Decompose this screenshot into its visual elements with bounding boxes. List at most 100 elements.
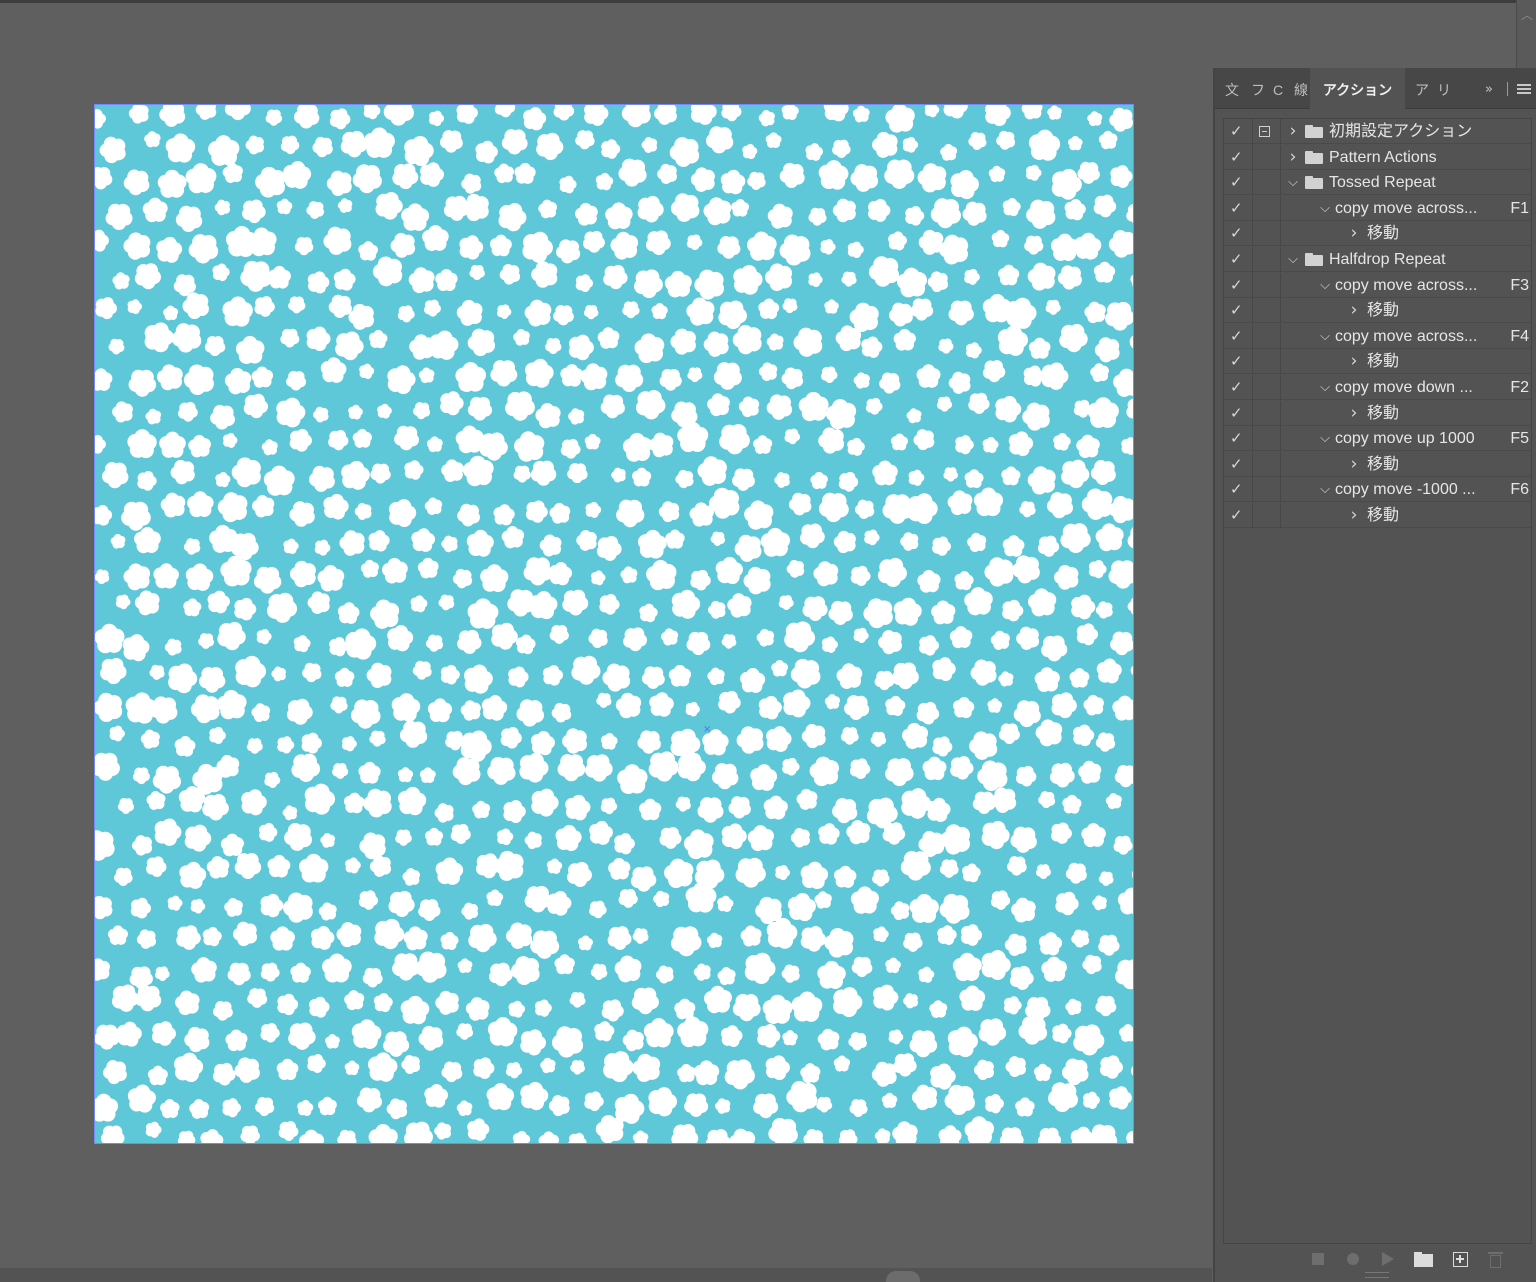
function-key-label: F5 — [1510, 430, 1529, 448]
action-label: copy move across... — [1335, 199, 1478, 217]
toggle-item-check-icon[interactable]: ✓ — [1230, 455, 1244, 473]
action-step-row[interactable]: ✓ › 移動 — [1224, 221, 1531, 247]
column-divider — [1280, 247, 1281, 272]
chevron-down-icon[interactable]: ⌵ — [1318, 375, 1332, 400]
chevron-down-icon[interactable]: ⌵ — [1318, 196, 1332, 221]
record-icon[interactable] — [1347, 1253, 1359, 1265]
chevron-right-icon[interactable]: › — [1347, 452, 1361, 477]
delete-icon[interactable] — [1488, 1252, 1503, 1268]
toggle-item-check-icon[interactable]: ✓ — [1230, 506, 1244, 524]
action-row[interactable]: ✓ ⌵ copy move up 1000 F5 — [1224, 426, 1531, 452]
chevron-down-icon[interactable]: ⌵ — [1318, 273, 1332, 298]
action-row[interactable]: ✓ ⌵ copy move across... F4 — [1224, 323, 1531, 349]
artboard-background — [95, 105, 1133, 1143]
actions-list[interactable]: ✓ › 初期設定アクション ✓ › Pattern Actions ✓ ⌵ Tossed Rep… — [1223, 118, 1532, 1244]
chevron-right-icon[interactable]: › — [1286, 145, 1300, 170]
action-row[interactable]: ✓ ⌵ copy move down ... F2 — [1224, 375, 1531, 400]
column-divider — [1280, 298, 1281, 324]
toggle-item-check-icon[interactable]: ✓ — [1230, 480, 1244, 498]
toggle-item-check-icon[interactable]: ✓ — [1230, 122, 1244, 140]
tab-color[interactable]: C — [1273, 68, 1291, 108]
column-divider — [1252, 247, 1253, 272]
toggle-item-check-icon[interactable]: ✓ — [1230, 148, 1244, 166]
chevron-right-icon[interactable]: › — [1347, 503, 1361, 528]
toggle-item-check-icon[interactable]: ✓ — [1230, 301, 1244, 319]
tab-appearance[interactable]: ア — [1415, 68, 1433, 108]
action-set-row[interactable]: ✓ › Pattern Actions — [1224, 144, 1531, 170]
toggle-item-check-icon[interactable]: ✓ — [1230, 327, 1244, 345]
action-step-row[interactable]: ✓ › 移動 — [1224, 349, 1531, 375]
chevron-down-icon[interactable]: ⌵ — [1318, 477, 1332, 502]
chevron-down-icon[interactable]: ⌵ — [1318, 426, 1332, 451]
chevron-right-icon[interactable]: › — [1286, 119, 1300, 144]
resize-grip[interactable] — [1365, 1272, 1389, 1278]
toggle-item-check-icon[interactable]: ✓ — [1230, 250, 1244, 268]
column-divider — [1280, 400, 1281, 426]
tab-links[interactable]: リ — [1437, 68, 1455, 108]
toggle-item-check-icon[interactable]: ✓ — [1230, 173, 1244, 191]
new-set-folder-icon[interactable] — [1414, 1252, 1434, 1268]
action-step-row[interactable]: ✓ › 移動 — [1224, 400, 1531, 426]
action-set-row[interactable]: ✓ ⌵ Halfdrop Repeat — [1224, 247, 1531, 272]
panel-menu-icon[interactable] — [1517, 84, 1531, 94]
artboard-pattern[interactable]: × — [94, 104, 1134, 1144]
action-label: copy move across... — [1335, 327, 1478, 345]
tabbar-divider — [1507, 82, 1508, 96]
column-divider — [1280, 503, 1281, 528]
chevron-right-icon[interactable]: › — [1347, 401, 1361, 426]
action-step-row[interactable]: ✓ › 移動 — [1224, 503, 1531, 528]
toggle-item-check-icon[interactable]: ✓ — [1230, 224, 1244, 242]
function-key-label: F2 — [1510, 379, 1529, 396]
chevron-down-icon[interactable]: ⌵ — [1318, 324, 1332, 349]
column-divider — [1252, 298, 1253, 324]
chevron-right-icon[interactable]: › — [1347, 221, 1361, 246]
tab-font[interactable]: フ — [1251, 68, 1269, 108]
action-step-row[interactable]: ✓ › 移動 — [1224, 451, 1531, 477]
column-divider — [1280, 195, 1281, 221]
scrollbar-handle[interactable] — [886, 1271, 920, 1282]
action-label: 移動 — [1367, 507, 1400, 524]
toggle-item-check-icon[interactable]: ✓ — [1230, 378, 1244, 396]
panel-tab-bar: 文 フ C 線 アクション ア リ » — [1215, 68, 1536, 109]
column-divider — [1252, 144, 1253, 170]
tab-type[interactable]: 文 — [1225, 68, 1243, 108]
scroll-up-chevron-icon[interactable]: ︿ — [1521, 6, 1533, 23]
function-key-label: F4 — [1510, 327, 1529, 345]
expand-panels-icon[interactable]: » — [1485, 68, 1493, 108]
column-divider — [1280, 375, 1281, 400]
chevron-down-icon[interactable]: ⌵ — [1286, 247, 1300, 272]
column-divider — [1252, 503, 1253, 528]
new-action-icon[interactable] — [1453, 1252, 1468, 1267]
toggle-item-check-icon[interactable]: ✓ — [1230, 404, 1244, 422]
toggle-item-check-icon[interactable]: ✓ — [1230, 199, 1244, 217]
chevron-down-icon[interactable]: ⌵ — [1286, 170, 1300, 195]
tab-actions[interactable]: アクション — [1310, 68, 1405, 109]
function-key-label: F1 — [1510, 199, 1529, 217]
horizontal-scrollbar[interactable] — [0, 1268, 1212, 1282]
top-edge — [0, 0, 1536, 3]
column-divider — [1252, 400, 1253, 426]
action-row[interactable]: ✓ ⌵ copy move across... F1 — [1224, 195, 1531, 221]
action-label: copy move -1000 ... — [1335, 481, 1476, 499]
folder-icon — [1305, 125, 1323, 138]
toggle-dialog-icon[interactable] — [1259, 126, 1270, 137]
vertical-scrollbar[interactable]: ︿ — [1516, 0, 1536, 68]
chevron-right-icon[interactable]: › — [1347, 298, 1361, 323]
chevron-right-icon[interactable]: › — [1347, 349, 1361, 374]
play-icon[interactable] — [1382, 1252, 1394, 1266]
toggle-item-check-icon[interactable]: ✓ — [1230, 352, 1244, 370]
action-set-row[interactable]: ✓ ⌵ Tossed Repeat — [1224, 170, 1531, 196]
action-label: Halfdrop Repeat — [1329, 251, 1446, 268]
action-row[interactable]: ✓ ⌵ copy move -1000 ... F6 — [1224, 477, 1531, 503]
action-label: Tossed Repeat — [1329, 174, 1436, 192]
toggle-item-check-icon[interactable]: ✓ — [1230, 276, 1244, 294]
toggle-item-check-icon[interactable]: ✓ — [1230, 429, 1244, 447]
stop-icon[interactable] — [1312, 1253, 1324, 1265]
column-divider — [1280, 477, 1281, 503]
action-step-row[interactable]: ✓ › 移動 — [1224, 298, 1531, 324]
action-set-row[interactable]: ✓ › 初期設定アクション — [1224, 119, 1531, 144]
action-label: copy move down ... — [1335, 379, 1473, 396]
action-row[interactable]: ✓ ⌵ copy move across... F3 — [1224, 272, 1531, 298]
action-label: 移動 — [1367, 225, 1400, 243]
column-divider — [1280, 323, 1281, 349]
